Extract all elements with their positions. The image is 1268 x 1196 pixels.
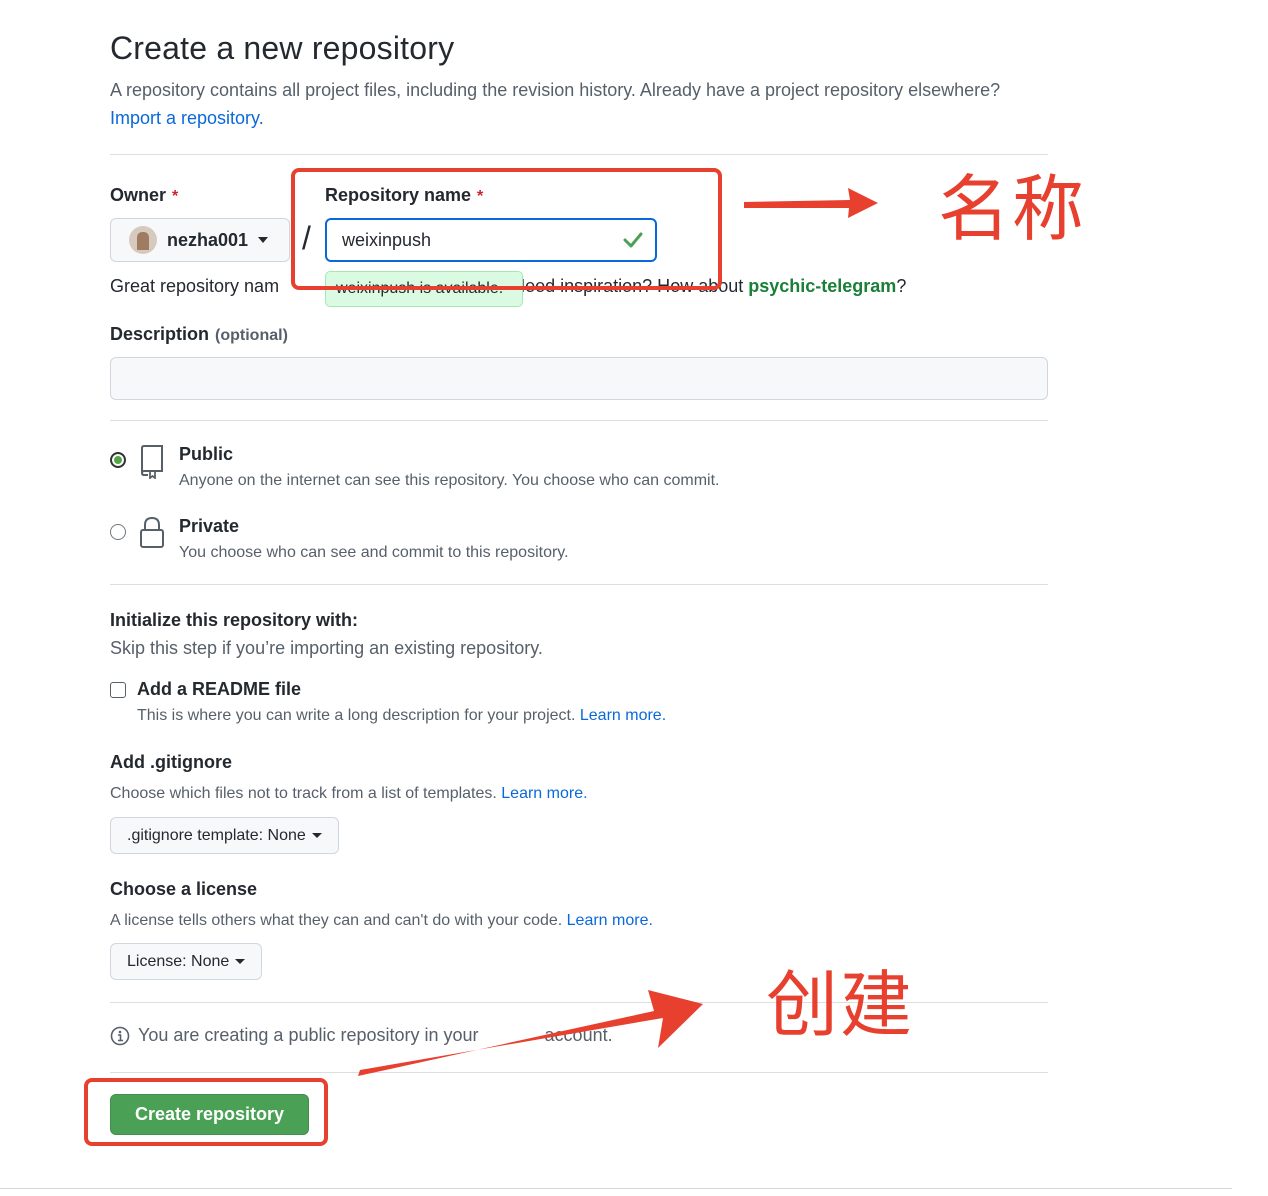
import-repository-link[interactable]: Import a repository. [110, 108, 264, 128]
gitignore-select-label: .gitignore template: None [127, 826, 306, 844]
owner-label: Owner * [110, 185, 178, 206]
private-option-desc: You choose who can see and commit to thi… [179, 544, 569, 561]
chevron-down-icon [311, 833, 322, 838]
divider [110, 1072, 1048, 1073]
public-option-desc: Anyone on the internet can see this repo… [179, 472, 720, 489]
gitignore-learn-more-link[interactable]: Learn more. [501, 785, 587, 802]
gitignore-desc: Choose which files not to track from a l… [110, 785, 588, 803]
chevron-down-icon [235, 959, 246, 964]
avatar [129, 226, 157, 254]
owner-label-text: Owner [110, 185, 167, 205]
notice-text: You are creating a public repository in … [138, 1025, 479, 1045]
description-input[interactable] [110, 357, 1048, 400]
public-repo-notice: You are creating a public repository in … [110, 1025, 613, 1046]
hint-prefix: Great repository nam [110, 276, 280, 296]
arrow-right-icon [744, 188, 878, 218]
license-desc: A license tells others what they can and… [110, 912, 653, 930]
readme-learn-more-link[interactable]: Learn more. [580, 707, 666, 724]
owner-name: nezha001 [167, 229, 249, 250]
notice-tail: account. [544, 1025, 613, 1045]
optional-tag: (optional) [215, 327, 288, 344]
initialize-title: Initialize this repository with: [110, 610, 359, 630]
description-label-text: Description [110, 324, 210, 344]
page-subtitle: A repository contains all project files,… [110, 76, 1010, 132]
info-icon [110, 1026, 130, 1045]
suggested-name-link[interactable]: psychic-telegram [748, 276, 896, 296]
readme-desc-text: This is where you can write a long descr… [137, 707, 576, 724]
page-title: Create a new repository [110, 30, 455, 66]
license-select[interactable]: License: None [110, 943, 263, 980]
readme-label[interactable]: Add a README file [137, 679, 301, 700]
public-radio[interactable] [110, 452, 126, 468]
description-label: Description (optional) [110, 324, 288, 345]
annotation-box-create [84, 1078, 328, 1146]
footer-divider [0, 1188, 1232, 1189]
subtitle-text: A repository contains all project files,… [110, 80, 1001, 100]
private-radio[interactable] [110, 524, 126, 540]
divider [110, 584, 1048, 585]
required-mark: * [172, 188, 179, 205]
lock-icon [140, 517, 164, 548]
license-select-label: License: None [127, 952, 230, 970]
chevron-down-icon [258, 237, 269, 243]
gitignore-template-select[interactable]: .gitignore template: None [110, 817, 339, 854]
license-title: Choose a license [110, 879, 258, 899]
divider [110, 154, 1048, 155]
gitignore-desc-text: Choose which files not to track from a l… [110, 785, 497, 802]
annotation-name-label: 名称 [938, 167, 1087, 251]
readme-desc: This is where you can write a long descr… [137, 707, 666, 725]
gitignore-title: Add .gitignore [110, 752, 232, 772]
hint-suffix: ? [896, 276, 907, 296]
license-learn-more-link[interactable]: Learn more. [567, 912, 653, 929]
divider [110, 420, 1048, 421]
annotation-box-name [291, 168, 722, 290]
repo-icon [141, 445, 163, 479]
annotation-create-label: 创建 [766, 963, 915, 1047]
owner-select[interactable]: nezha001 [110, 218, 290, 262]
license-desc-text: A license tells others what they can and… [110, 912, 563, 929]
readme-checkbox[interactable] [110, 682, 126, 698]
private-option-title: Private [179, 516, 240, 536]
public-option-title: Public [179, 444, 234, 464]
initialize-desc: Skip this step if you’re importing an ex… [110, 638, 543, 658]
